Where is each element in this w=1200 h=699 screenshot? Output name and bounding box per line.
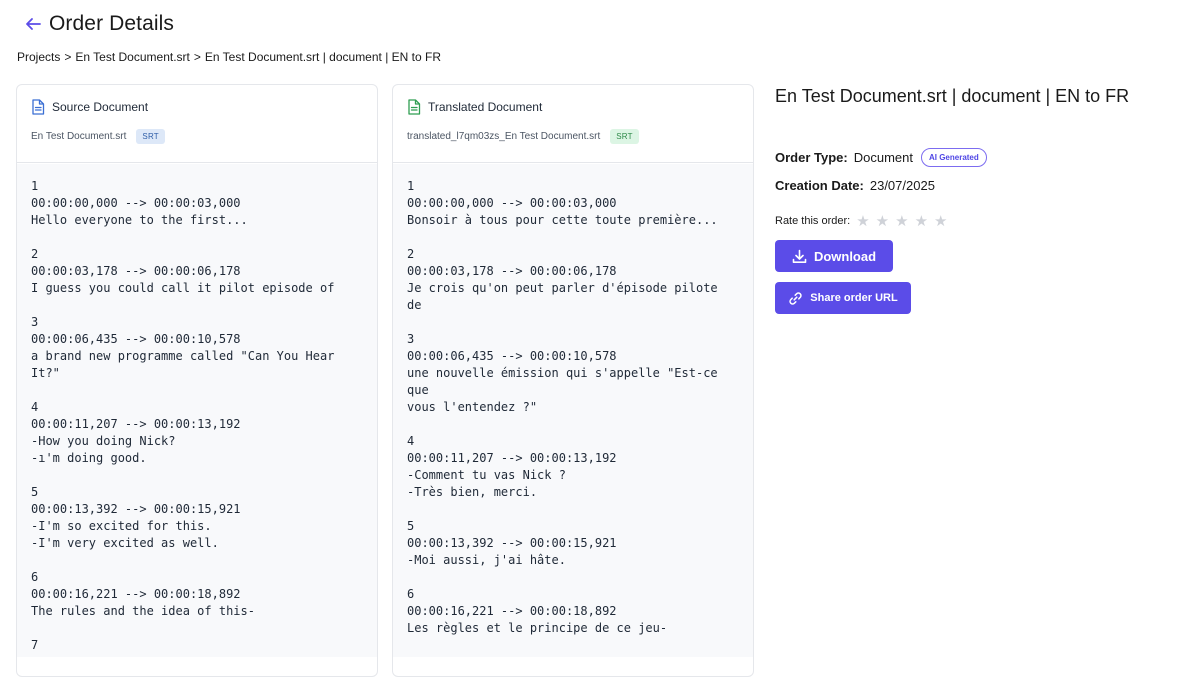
creation-date-value: 23/07/2025 (869, 177, 935, 193)
source-file-name: En Test Document.srt (31, 131, 127, 142)
breadcrumb-separator: > (64, 50, 72, 64)
order-type-label: Order Type: (775, 149, 848, 165)
breadcrumb-separator: > (193, 50, 201, 64)
share-order-url-button[interactable]: Share order URL (775, 282, 911, 314)
star-icon[interactable]: ★ (895, 214, 908, 229)
translated-panel-title: Translated Document (428, 100, 543, 114)
breadcrumb-item-order: En Test Document.srt | document | EN to … (204, 50, 441, 64)
star-icon[interactable]: ★ (915, 214, 928, 229)
link-icon (789, 291, 802, 305)
rating-row: Rate this order: ★ ★ ★ ★ ★ (775, 212, 1129, 230)
creation-date-row: Creation Date: 23/07/2025 (775, 173, 1129, 197)
back-button[interactable] (22, 13, 44, 35)
star-icon[interactable]: ★ (856, 214, 869, 229)
translated-format-badge: SRT (610, 129, 639, 144)
source-panel-header: Source Document En Test Document.srt SRT (17, 85, 377, 163)
star-icon[interactable]: ★ (876, 214, 889, 229)
order-title: En Test Document.srt | document | EN to … (775, 86, 1130, 106)
star-icon[interactable]: ★ (934, 214, 947, 229)
creation-date-label: Creation Date: (775, 177, 864, 193)
breadcrumb-item-projects[interactable]: Projects (17, 50, 60, 64)
download-button[interactable]: Download (775, 240, 893, 272)
download-button-label: Download (813, 248, 877, 264)
source-document-panel: Source Document En Test Document.srt SRT… (16, 84, 378, 677)
breadcrumb: Projects > En Test Document.srt > En Tes… (17, 50, 441, 64)
source-srt-text: 1 00:00:00,000 --> 00:00:03,000 Hello ev… (31, 179, 335, 657)
order-type-row: Order Type: Document AI Generated (775, 145, 1129, 169)
translated-document-panel: Translated Document translated_l7qm03zs_… (392, 84, 754, 677)
source-content-area[interactable]: 1 00:00:00,000 --> 00:00:03,000 Hello ev… (17, 164, 377, 657)
page-header: Order Details (22, 12, 174, 36)
translated-content-area[interactable]: 1 00:00:00,000 --> 00:00:03,000 Bonsoir … (393, 164, 753, 657)
download-icon (792, 249, 807, 263)
document-icon (32, 99, 45, 115)
rating-stars: ★ ★ ★ ★ ★ (856, 214, 947, 229)
source-panel-title: Source Document (52, 100, 149, 114)
share-button-label: Share order URL (810, 292, 898, 304)
page-title: Order Details (49, 12, 175, 35)
rating-label: Rate this order: (775, 215, 851, 227)
document-icon (408, 99, 421, 115)
source-format-badge: SRT (136, 129, 165, 144)
translated-file-name: translated_l7qm03zs_En Test Document.srt (407, 131, 601, 142)
translated-panel-header: Translated Document translated_l7qm03zs_… (393, 85, 753, 163)
breadcrumb-item-project[interactable]: En Test Document.srt (75, 50, 190, 64)
ai-generated-badge: AI Generated (920, 147, 987, 167)
order-info-panel: En Test Document.srt | document | EN to … (775, 86, 1129, 314)
translated-srt-text: 1 00:00:00,000 --> 00:00:03,000 Bonsoir … (407, 179, 718, 657)
arrow-left-icon (26, 18, 41, 30)
order-type-value: Document (853, 149, 913, 165)
